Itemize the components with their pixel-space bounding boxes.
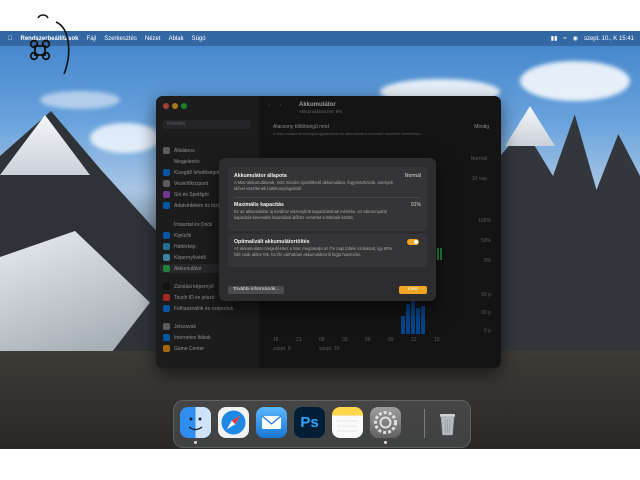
apple-menu-icon[interactable]:  <box>8 36 13 42</box>
status-area: ▮▮ ≈ ◉ szept. 10., K 15:41 <box>551 31 634 46</box>
capacity-title: Maximális kapacitás <box>234 202 284 208</box>
finder-icon[interactable] <box>180 407 211 438</box>
safari-icon[interactable] <box>218 407 249 438</box>
dock-separator <box>424 409 425 438</box>
cloud <box>40 91 120 109</box>
apple-logo-overlay-icon <box>29 14 70 75</box>
menu-window[interactable]: Ablak <box>169 36 184 42</box>
photoshop-icon[interactable]: Ps <box>294 407 325 438</box>
optimized-card: Optimalizált akkumulátortöltés Az akkumu… <box>228 234 427 267</box>
menu-clock[interactable]: szept. 10., K 15:41 <box>584 36 634 42</box>
menu-bar:  Rendszerbeállítások Fájl Szerkesztés N… <box>0 31 640 46</box>
menu-edit[interactable]: Szerkesztés <box>104 36 137 42</box>
menu-file[interactable]: Fájl <box>87 36 97 42</box>
health-title: Akkumulátor állapota <box>234 173 287 179</box>
menu-help[interactable]: Súgó <box>192 36 206 42</box>
mountain-snow <box>505 106 555 146</box>
mountain-right <box>495 114 640 386</box>
optimized-desc: Az akkumulátor-öregedéshez a Mac megtanu… <box>234 246 393 257</box>
health-desc: A Mac-akkumulátorok, mint minden újratöl… <box>234 180 393 191</box>
divider <box>234 197 421 198</box>
settings-icon[interactable] <box>370 407 401 438</box>
running-indicator <box>384 441 387 444</box>
dock: Ps <box>173 400 471 448</box>
menu-view[interactable]: Nézet <box>145 36 161 42</box>
optimized-title: Optimalizált akkumulátortöltés <box>234 239 310 245</box>
wifi-icon[interactable]: ≈ <box>563 36 566 42</box>
battery-health-dialog: Akkumulátor állapota Normál A Mac-akkumu… <box>219 158 436 301</box>
running-indicator <box>194 441 197 444</box>
health-card: Akkumulátor állapota Normál A Mac-akkumu… <box>228 167 427 231</box>
trash-icon[interactable] <box>432 407 463 438</box>
cloud <box>90 123 160 153</box>
done-button[interactable]: Kész <box>399 286 427 294</box>
battery-icon[interactable]: ▮▮ <box>551 35 558 42</box>
more-info-button[interactable]: További információk... <box>228 286 285 294</box>
control-center-icon[interactable]: ◉ <box>573 35 578 42</box>
cloud <box>520 61 630 101</box>
notes-icon[interactable] <box>332 407 363 438</box>
health-status: Normál <box>404 173 421 179</box>
mail-icon[interactable] <box>256 407 287 438</box>
optimized-charging-toggle[interactable] <box>407 239 419 245</box>
capacity-value: 91% <box>410 202 421 208</box>
capacity-desc: Ez az akkumulátor új korához viszonyítot… <box>234 209 387 220</box>
